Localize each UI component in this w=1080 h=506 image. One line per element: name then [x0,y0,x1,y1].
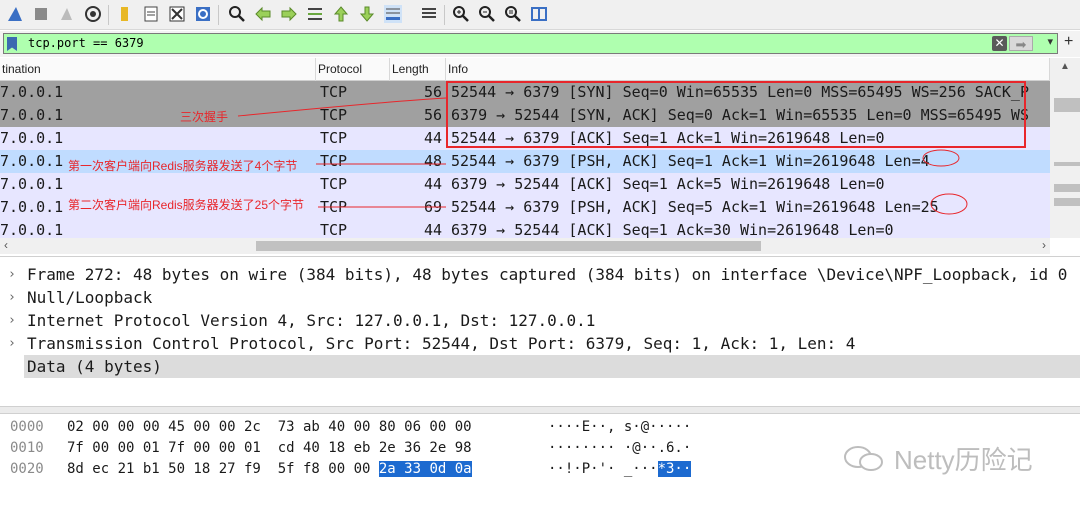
hex-row: 0000 02 00 00 00 45 00 00 2c 73 ab 40 00… [0,417,1080,438]
tree-item-frame[interactable]: › Frame 272: 48 bytes on wire (384 bits)… [0,263,1080,286]
hex-bytes[interactable]: 8d ec 21 b1 50 18 27 f9 5f f8 00 00 2a 3… [67,459,472,480]
hex-offset: 0020 [10,461,44,477]
go-forward-icon[interactable] [280,5,298,23]
expand-chevron-icon[interactable]: › [8,286,16,309]
clear-filter-icon[interactable]: ✕ [992,36,1007,51]
restart-icon[interactable] [58,5,76,23]
main-toolbar [0,0,1080,30]
expand-chevron-icon[interactable]: › [8,332,16,355]
zoom-in-icon[interactable] [452,5,470,23]
colorize-icon[interactable] [420,5,438,23]
bookmark-icon[interactable] [7,37,17,51]
hex-ascii[interactable]: ········ ·@··.6.· [548,438,691,459]
scroll-right-icon[interactable]: › [1042,238,1046,252]
display-filter-bar: tcp.port == 6379 ✕ ➡ ▾ [0,31,1080,57]
packet-list-horizontal-scrollbar[interactable]: ‹ › [0,238,1050,254]
scroll-left-icon[interactable]: ‹ [4,238,8,252]
watermark-text: Netty历险记 [894,445,1033,475]
first-send-annotation: 第一次客户端向Redis服务器发送了4个字节 [68,159,298,173]
scroll-up-icon[interactable]: ▲ [1060,61,1070,72]
horizontal-scrollbar-thumb[interactable] [256,241,761,251]
tree-item-label: Internet Protocol Version 4, Src: 127.0.… [27,311,596,330]
stop-icon[interactable] [32,5,50,23]
handshake-annotation: 三次握手 [180,110,229,124]
zoom-out-icon[interactable] [478,5,496,23]
tree-item-null-loopback[interactable]: › Null/Loopback [0,286,1080,309]
go-back-icon[interactable] [254,5,272,23]
open-folder-icon[interactable] [116,5,134,23]
tree-item-label: Null/Loopback [27,288,153,307]
scrollbar-marker [1054,162,1080,166]
pane-splitter[interactable] [0,406,1080,414]
hex-bytes[interactable]: 7f 00 00 01 7f 00 00 01 cd 40 18 eb 2e 3… [67,438,472,459]
zoom-normal-icon[interactable] [504,5,522,23]
tree-item-ipv4[interactable]: › Internet Protocol Version 4, Src: 127.… [0,309,1080,332]
shark-fin-start-icon[interactable] [6,5,24,23]
hex-offset: 0010 [10,440,44,456]
display-filter-input[interactable]: tcp.port == 6379 ✕ ➡ ▾ [3,33,1058,54]
close-file-icon[interactable] [168,5,186,23]
filter-text[interactable]: tcp.port == 6379 [28,36,144,50]
reload-icon[interactable] [194,5,212,23]
options-gear-icon[interactable] [84,5,102,23]
packet-details-tree: › Frame 272: 48 bytes on wire (384 bits)… [0,256,1080,406]
hex-bytes[interactable]: 02 00 00 00 45 00 00 2c 73 ab 40 00 80 0… [67,417,472,438]
tree-item-tcp[interactable]: › Transmission Control Protocol, Src Por… [0,332,1080,355]
hex-bytes-selected[interactable]: 2a 33 0d 0a [378,461,472,477]
find-icon[interactable] [228,5,246,23]
scrollbar-marker [1054,198,1080,206]
tree-item-label: Data (4 bytes) [27,357,162,376]
go-to-packet-icon[interactable] [306,5,324,23]
tree-item-label: Frame 272: 48 bytes on wire (384 bits), … [27,265,1068,284]
hex-offset: 0000 [10,419,44,435]
autoscroll-icon[interactable] [384,5,402,23]
tree-item-data[interactable]: Data (4 bytes) [24,355,1080,378]
last-packet-icon[interactable] [358,5,376,23]
resize-columns-icon[interactable] [530,5,548,23]
apply-filter-arrow-icon[interactable]: ➡ [1009,36,1033,52]
wechat-logo-icon [844,446,883,471]
ascii-selected[interactable]: *3·· [657,461,692,477]
hex-ascii[interactable]: ··!·P·'· _···*3·· [548,459,692,480]
filter-history-dropdown-icon[interactable]: ▾ [1047,35,1053,48]
second-send-annotation: 第二次客户端向Redis服务器发送了25个字节 [68,198,305,212]
hex-ascii[interactable]: ····E··, s·@····· [548,417,691,438]
expand-chevron-icon[interactable]: › [8,263,16,286]
add-filter-button-plus-icon[interactable]: + [1064,33,1073,51]
tree-item-label: Transmission Control Protocol, Src Port:… [27,334,856,353]
first-packet-icon[interactable] [332,5,350,23]
scrollbar-marker [1054,184,1080,192]
expand-chevron-icon[interactable]: › [8,309,16,332]
scrollbar-thumb[interactable] [1054,98,1080,112]
packet-list-vertical-scrollbar[interactable]: ▲ [1050,58,1080,238]
save-file-icon[interactable] [142,5,160,23]
